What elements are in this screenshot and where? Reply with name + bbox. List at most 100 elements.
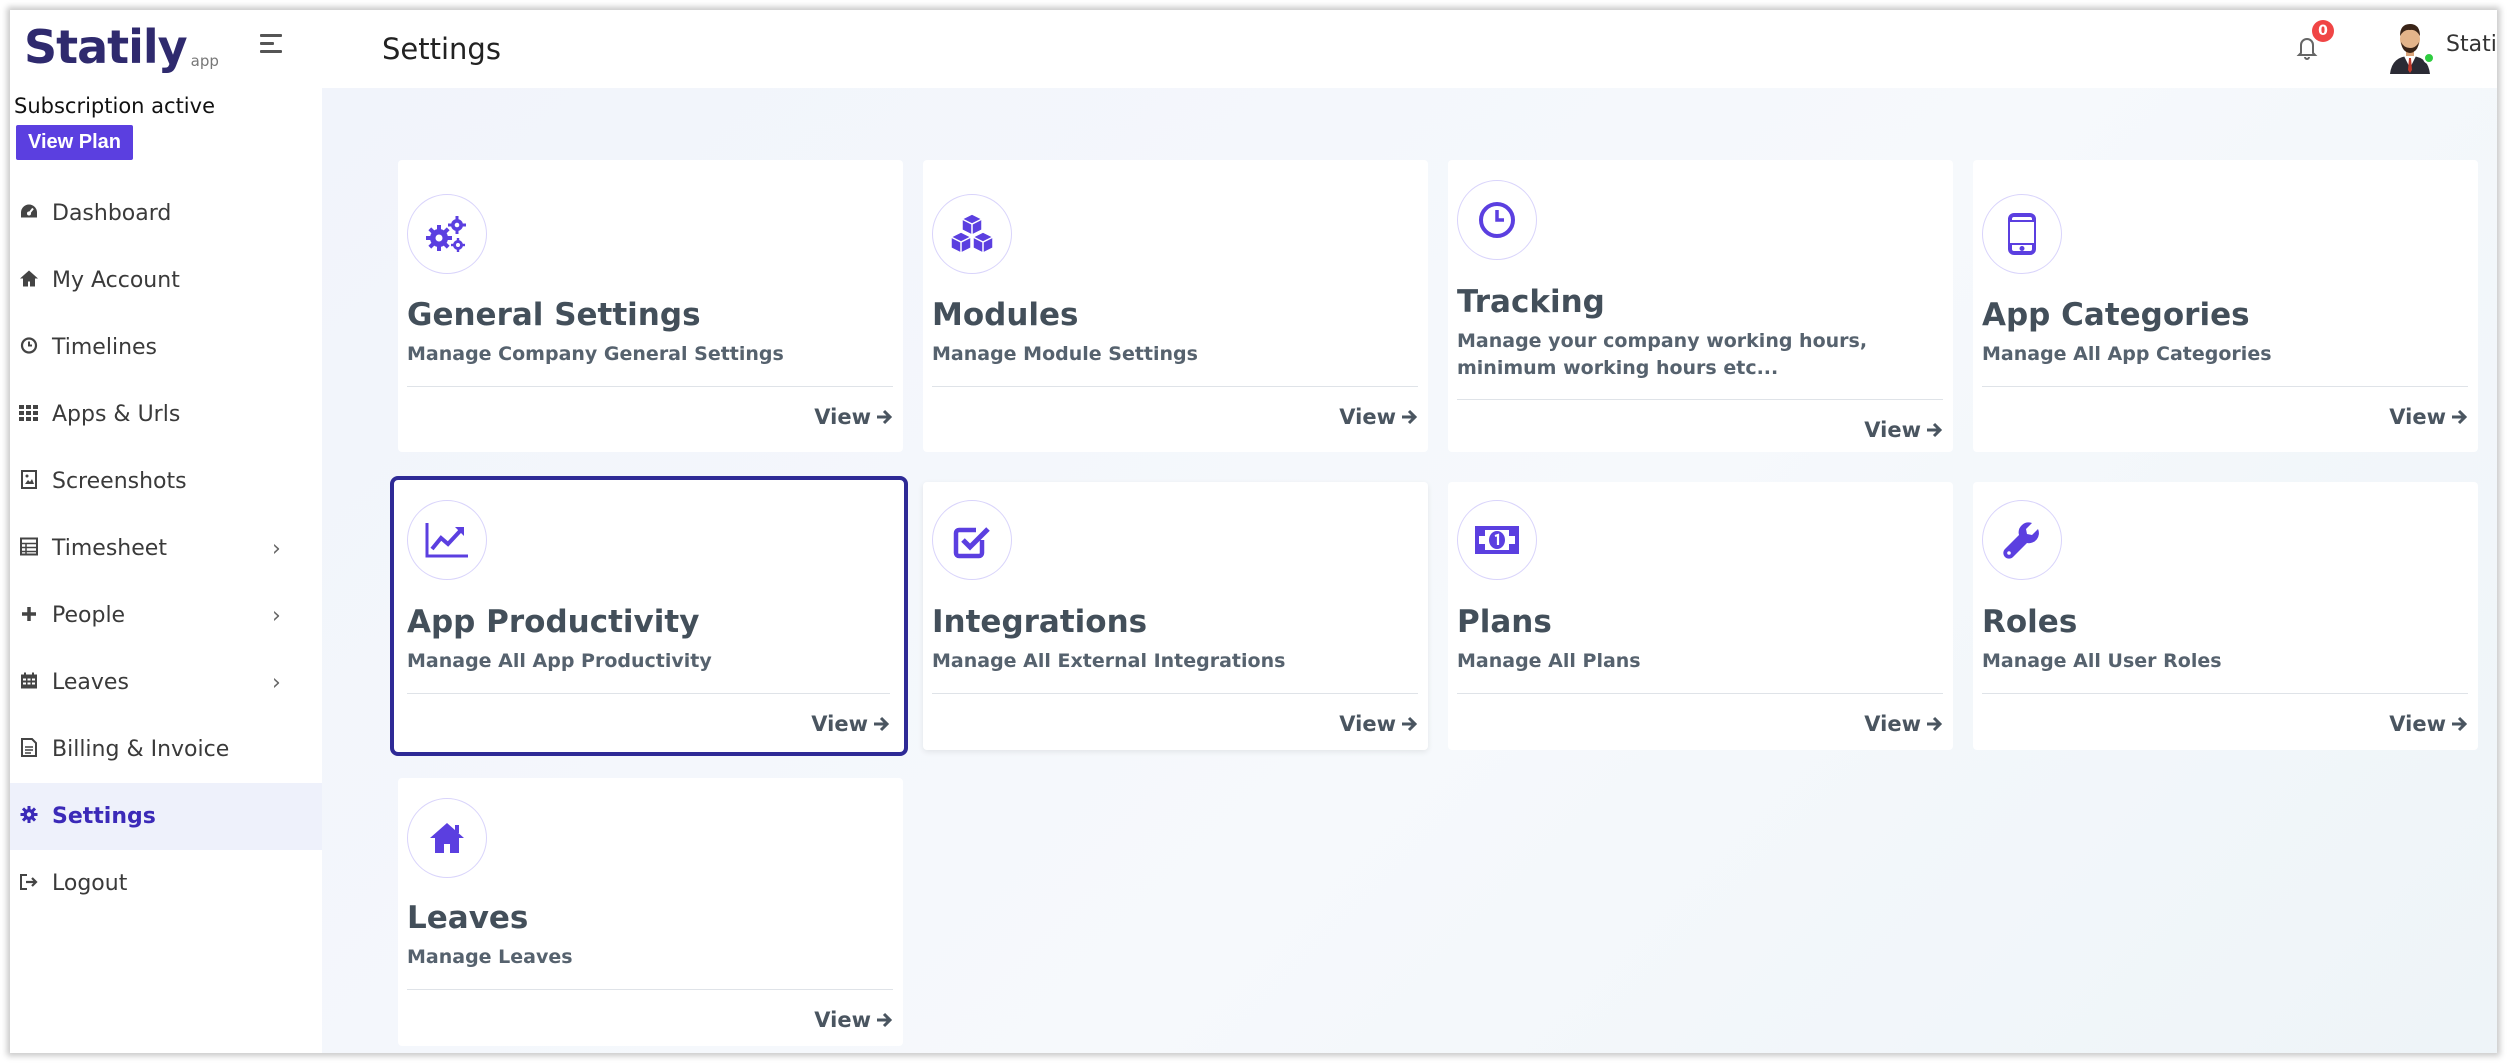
sheet-icon bbox=[19, 537, 39, 560]
arrow-right-icon bbox=[1402, 409, 1418, 425]
card-title: Tracking bbox=[1457, 284, 1605, 320]
view-plan-button[interactable]: View Plan bbox=[16, 125, 134, 160]
sidebar-item-settings[interactable]: Settings bbox=[10, 783, 322, 850]
view-link-label: View bbox=[1339, 405, 1396, 429]
view-link-label: View bbox=[2389, 712, 2446, 736]
arrow-right-icon bbox=[2452, 716, 2468, 732]
arrow-right-icon bbox=[2452, 409, 2468, 425]
settings-card-plans[interactable]: Plans Manage All Plans View bbox=[1448, 482, 1953, 750]
clock-icon bbox=[1457, 180, 1537, 260]
menu-toggle-icon[interactable] bbox=[260, 34, 286, 58]
arrow-right-icon bbox=[877, 409, 893, 425]
view-link-label: View bbox=[1864, 418, 1921, 442]
chevron-right-icon: › bbox=[272, 536, 281, 561]
card-divider bbox=[407, 989, 893, 990]
card-description: Manage All App Categories bbox=[1982, 343, 2272, 365]
app-window: Statily app Subscription active View Pla… bbox=[10, 10, 2497, 1053]
sidebar-item-leaves[interactable]: Leaves › bbox=[10, 649, 322, 716]
sidebar-item-timelines[interactable]: Timelines bbox=[10, 314, 322, 381]
view-link[interactable]: View bbox=[1339, 405, 1418, 429]
view-link-label: View bbox=[814, 405, 871, 429]
card-divider bbox=[1457, 693, 1943, 694]
sidebar-item-label: Settings bbox=[52, 804, 156, 829]
view-link-label: View bbox=[814, 1008, 871, 1032]
sidebar-item-billing-invoice[interactable]: Billing & Invoice bbox=[10, 716, 322, 783]
view-link-label: View bbox=[1864, 712, 1921, 736]
settings-card-roles[interactable]: Roles Manage All User Roles View bbox=[1973, 482, 2478, 750]
settings-card-app-categories[interactable]: App Categories Manage All App Categories… bbox=[1973, 160, 2478, 452]
card-description: Manage Module Settings bbox=[932, 343, 1198, 365]
line-chart-icon bbox=[407, 500, 487, 580]
sidebar-item-dashboard[interactable]: Dashboard bbox=[10, 180, 322, 247]
view-link[interactable]: View bbox=[1864, 418, 1943, 442]
card-title: App Categories bbox=[1982, 297, 2250, 333]
sidebar-item-people[interactable]: People › bbox=[10, 582, 322, 649]
card-description: Manage Company General Settings bbox=[407, 343, 784, 365]
settings-card-tracking[interactable]: Tracking Manage your company working hou… bbox=[1448, 160, 1953, 452]
sidebar-item-label: People bbox=[52, 603, 126, 628]
sidebar-item-label: Screenshots bbox=[52, 469, 187, 494]
card-title: Roles bbox=[1982, 604, 2078, 640]
sidebar-item-logout[interactable]: Logout bbox=[10, 850, 322, 917]
card-title: Modules bbox=[932, 297, 1079, 333]
sidebar-item-label: Timesheet bbox=[52, 536, 167, 561]
card-divider bbox=[932, 386, 1418, 387]
view-link-label: View bbox=[2389, 405, 2446, 429]
avatar[interactable] bbox=[2382, 18, 2438, 74]
clock-icon bbox=[19, 336, 39, 359]
settings-card-general-settings[interactable]: General Settings Manage Company General … bbox=[398, 160, 903, 452]
arrow-right-icon bbox=[874, 716, 890, 732]
card-description: Manage Leaves bbox=[407, 946, 573, 968]
arrow-right-icon bbox=[1927, 716, 1943, 732]
card-description: Manage All Plans bbox=[1457, 650, 1641, 672]
plus-icon bbox=[19, 605, 39, 627]
sidebar-item-screenshots[interactable]: Screenshots bbox=[10, 448, 322, 515]
logout-icon bbox=[19, 873, 39, 895]
view-link[interactable]: View bbox=[2389, 712, 2468, 736]
app-logo[interactable]: Statily app bbox=[24, 20, 219, 74]
settings-card-integrations[interactable]: Integrations Manage All External Integra… bbox=[923, 482, 1428, 750]
file-icon bbox=[19, 737, 39, 762]
money-icon bbox=[1457, 500, 1537, 580]
card-title: Integrations bbox=[932, 604, 1148, 640]
sidebar-item-label: Dashboard bbox=[52, 201, 172, 226]
sidebar-item-my-account[interactable]: My Account bbox=[10, 247, 322, 314]
card-title: Leaves bbox=[407, 900, 529, 936]
sidebar-item-label: Timelines bbox=[52, 335, 158, 360]
check-square-icon bbox=[932, 500, 1012, 580]
settings-card-app-productivity[interactable]: App Productivity Manage All App Producti… bbox=[390, 476, 908, 756]
subscription-status: Subscription active bbox=[14, 94, 215, 118]
view-link[interactable]: View bbox=[2389, 405, 2468, 429]
view-link[interactable]: View bbox=[811, 712, 890, 736]
view-link[interactable]: View bbox=[1339, 712, 1418, 736]
sidebar-item-label: Leaves bbox=[52, 670, 129, 695]
sidebar-item-label: My Account bbox=[52, 268, 180, 293]
card-description: Manage your company working hours, minim… bbox=[1457, 330, 1868, 379]
settings-card-leaves[interactable]: Leaves Manage Leaves View bbox=[398, 778, 903, 1046]
cubes-icon bbox=[932, 194, 1012, 274]
gear-icon bbox=[19, 805, 39, 828]
view-link[interactable]: View bbox=[1864, 712, 1943, 736]
view-link-label: View bbox=[1339, 712, 1396, 736]
logo-suffix: app bbox=[190, 52, 219, 70]
sidebar-item-timesheet[interactable]: Timesheet › bbox=[10, 515, 322, 582]
top-header: Settings 0 Statily bbox=[322, 10, 2497, 88]
settings-card-modules[interactable]: Modules Manage Module Settings View bbox=[923, 160, 1428, 452]
card-description: Manage All External Integrations bbox=[932, 650, 1286, 672]
card-description: Manage All User Roles bbox=[1982, 650, 2222, 672]
username[interactable]: Statily bbox=[2446, 32, 2497, 57]
card-divider bbox=[407, 386, 893, 387]
card-divider bbox=[1982, 693, 2468, 694]
image-icon bbox=[19, 469, 39, 494]
home-icon bbox=[407, 798, 487, 878]
notification-count-badge: 0 bbox=[2312, 20, 2334, 42]
card-divider bbox=[1982, 386, 2468, 387]
mobile-icon bbox=[1982, 194, 2062, 274]
card-title: App Productivity bbox=[407, 604, 700, 640]
home-icon bbox=[19, 269, 39, 292]
sidebar-item-apps-urls[interactable]: Apps & Urls bbox=[10, 381, 322, 448]
view-link[interactable]: View bbox=[814, 1008, 893, 1032]
sidebar: Statily app Subscription active View Pla… bbox=[10, 10, 322, 1053]
online-status-dot bbox=[2423, 52, 2435, 64]
view-link[interactable]: View bbox=[814, 405, 893, 429]
